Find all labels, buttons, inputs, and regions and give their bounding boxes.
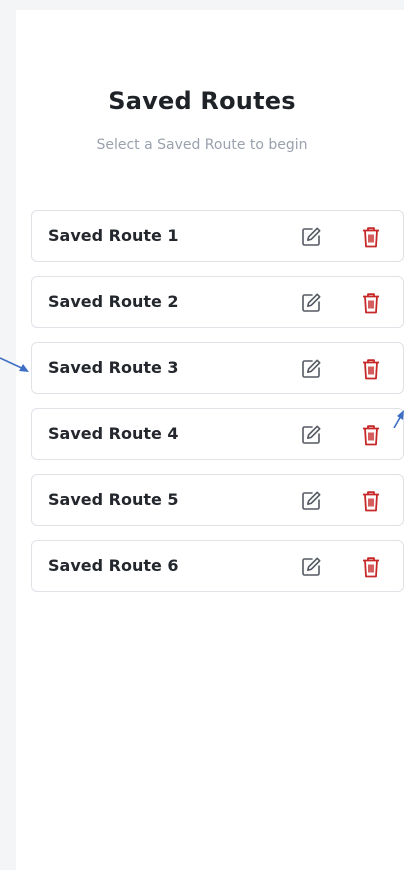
- trash-icon[interactable]: [360, 489, 382, 513]
- page-subtitle: Select a Saved Route to begin: [96, 137, 308, 153]
- trash-icon[interactable]: [360, 357, 382, 381]
- trash-icon[interactable]: [360, 423, 382, 447]
- trash-icon[interactable]: [360, 291, 382, 315]
- page-title: Saved Routes: [108, 87, 296, 115]
- route-item[interactable]: Saved Route 6: [31, 540, 404, 592]
- route-item[interactable]: Saved Route 3: [31, 342, 404, 394]
- annotation-arrow-right: [393, 410, 404, 428]
- trash-icon[interactable]: [360, 555, 382, 579]
- edit-icon[interactable]: [300, 358, 322, 380]
- route-label: Saved Route 5: [48, 490, 179, 509]
- route-item[interactable]: Saved Route 5: [31, 474, 404, 526]
- annotation-arrow-left: [0, 357, 29, 372]
- route-label: Saved Route 3: [48, 358, 179, 377]
- route-item[interactable]: Saved Route 2: [31, 276, 404, 328]
- edit-icon[interactable]: [300, 556, 322, 578]
- saved-routes-list: Saved Route 1 Saved Route 2 Saved Route …: [31, 210, 404, 606]
- edit-icon[interactable]: [300, 292, 322, 314]
- route-item[interactable]: Saved Route 4: [31, 408, 404, 460]
- edit-icon[interactable]: [300, 424, 322, 446]
- edit-icon[interactable]: [300, 226, 322, 248]
- route-label: Saved Route 2: [48, 292, 179, 311]
- route-item[interactable]: Saved Route 1: [31, 210, 404, 262]
- trash-icon[interactable]: [360, 225, 382, 249]
- route-label: Saved Route 4: [48, 424, 179, 443]
- route-label: Saved Route 6: [48, 556, 179, 575]
- route-label: Saved Route 1: [48, 226, 179, 245]
- edit-icon[interactable]: [300, 490, 322, 512]
